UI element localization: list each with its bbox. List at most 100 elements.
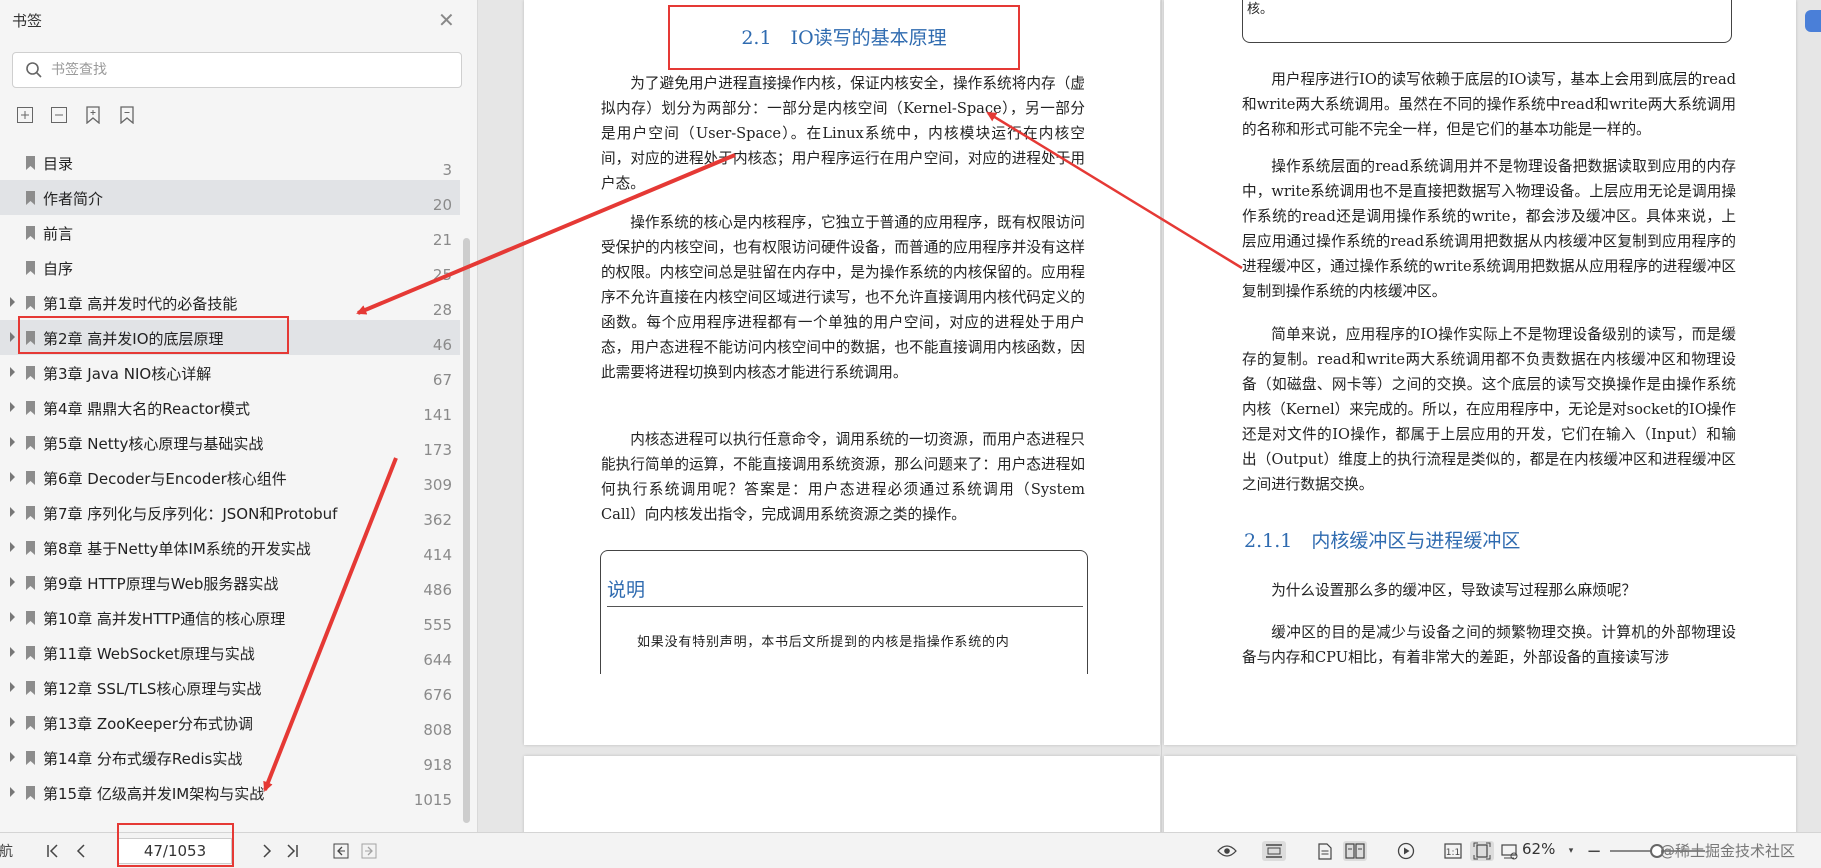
last-page-icon[interactable] (283, 841, 301, 861)
expand-arrow-icon[interactable] (10, 787, 15, 797)
search-icon (26, 62, 42, 78)
zoom-level[interactable]: 62% (1522, 840, 1555, 858)
expand-arrow-icon[interactable] (10, 612, 15, 622)
next-page-right (1164, 756, 1796, 832)
remove-bookmark-icon[interactable] (116, 104, 138, 126)
bookmark-page-number: 67 (432, 371, 452, 389)
bookmark-item[interactable]: 第15章 亿级高并发IM架构与实战 1015 (0, 775, 460, 810)
bookmark-page-number: 28 (432, 301, 452, 319)
zoom-out-icon[interactable]: − (1585, 841, 1603, 862)
bookmark-search-input[interactable] (51, 62, 431, 78)
expand-arrow-icon[interactable] (10, 297, 15, 307)
bookmark-icon (26, 471, 35, 485)
bookmark-icon (26, 541, 35, 555)
bookmark-page-number: 141 (423, 406, 452, 424)
chevron-down-icon[interactable]: ▾ (1565, 841, 1577, 861)
bookmark-icon (26, 296, 35, 310)
bookmark-item[interactable]: 第11章 WebSocket原理与实战 644 (0, 635, 460, 670)
bookmark-page-number: 486 (423, 581, 452, 599)
paragraph: 操作系统层面的read系统调用并不是物理设备把数据读取到应用的内存中，write… (1242, 158, 1736, 300)
status-bar: 航 1:1 62% ▾ − @稀土掘金技术 (0, 823, 1821, 868)
bookmark-item[interactable]: 自序 25 (0, 250, 460, 285)
bookmark-page-number: 46 (432, 336, 452, 354)
expand-arrow-icon[interactable] (10, 367, 15, 377)
expand-arrow-icon[interactable] (10, 542, 15, 552)
next-page-icon[interactable] (258, 841, 276, 861)
expand-arrow-icon[interactable] (10, 332, 15, 342)
single-page-icon[interactable] (1315, 841, 1335, 861)
bookmark-label: 第7章 序列化与反序列化：JSON和Protobuf (43, 505, 338, 523)
fit-page-icon[interactable] (1470, 841, 1494, 861)
floating-tool-icon[interactable] (1805, 10, 1821, 32)
expand-arrow-icon[interactable] (10, 577, 15, 587)
bookmark-label: 第10章 高并发HTTP通信的核心原理 (43, 610, 286, 628)
close-icon[interactable]: ✕ (438, 10, 455, 30)
back-icon[interactable] (332, 841, 350, 861)
bookmark-item[interactable]: 第13章 ZooKeeper分布式协调 808 (0, 705, 460, 740)
bookmark-label: 第6章 Decoder与Encoder核心组件 (43, 470, 287, 488)
bookmark-search-box[interactable] (12, 52, 462, 88)
bookmark-page-number: 414 (423, 546, 452, 564)
bookmark-item[interactable]: 第12章 SSL/TLS核心原理与实战 676 (0, 670, 460, 705)
sidebar-title: 书签 (12, 12, 43, 30)
expand-arrow-icon[interactable] (10, 402, 15, 412)
expand-arrow-icon[interactable] (10, 752, 15, 762)
bookmark-item[interactable]: 第1章 高并发时代的必备技能 28 (0, 285, 460, 320)
bookmark-item[interactable]: 第9章 HTTP原理与Web服务器实战 486 (0, 565, 460, 600)
bookmark-toolbar (14, 104, 138, 126)
bookmark-item[interactable]: 第14章 分布式缓存Redis实战 918 (0, 740, 460, 775)
actual-size-icon[interactable]: 1:1 (1442, 841, 1464, 861)
note-text-continued: 核。 (1247, 2, 1274, 17)
bookmark-item[interactable]: 第8章 基于Netty单体IM系统的开发实战 414 (0, 530, 460, 565)
bookmark-item[interactable]: 目录 3 (0, 145, 460, 180)
expand-arrow-icon[interactable] (10, 647, 15, 657)
collapse-all-icon[interactable] (48, 104, 70, 126)
note-title: 说明 (607, 579, 646, 601)
watermark: @稀土掘金技术社区 (1660, 842, 1796, 860)
bookmark-label: 自序 (43, 260, 74, 278)
bookmark-icon (26, 156, 35, 170)
prev-page-icon[interactable] (72, 841, 90, 861)
paragraph: 缓冲区的目的是减少与设备之间的频繁物理交换。计算机的外部物理设备与内存和CPU相… (1242, 624, 1736, 666)
bookmark-label: 第14章 分布式缓存Redis实战 (43, 750, 243, 768)
bookmark-label: 第13章 ZooKeeper分布式协调 (43, 715, 253, 733)
sidebar-scrollbar[interactable] (463, 238, 470, 823)
expand-arrow-icon[interactable] (10, 682, 15, 692)
status-left-fragment: 航 (0, 844, 13, 860)
bookmark-item[interactable]: 第6章 Decoder与Encoder核心组件 309 (0, 460, 460, 495)
bookmark-label: 第3章 Java NIO核心详解 (43, 365, 212, 383)
subsection-title: 2.1.1 内核缓冲区与进程缓冲区 (1244, 530, 1521, 552)
document-viewer[interactable]: 2.1 IO读写的基本原理 为了避免用户进程直接操作内核，保证内核安全，操作系统… (478, 0, 1821, 832)
bookmark-icon (26, 506, 35, 520)
highlight-box-page-number (117, 823, 234, 867)
paragraph: 简单来说，应用程序的IO操作实际上不是物理设备级别的读写，而是缓存的复制。rea… (1242, 326, 1736, 493)
bookmark-icon (26, 646, 35, 660)
expand-arrow-icon[interactable] (10, 472, 15, 482)
two-page-icon[interactable] (1343, 841, 1367, 861)
bookmark-item[interactable]: 作者简介 20 (0, 180, 460, 215)
expand-arrow-icon[interactable] (10, 507, 15, 517)
eye-protection-icon[interactable] (1216, 841, 1238, 861)
bookmark-icon (26, 576, 35, 590)
bookmark-item[interactable]: 第5章 Netty核心原理与基础实战 173 (0, 425, 460, 460)
note-box: 说明 如果没有特别声明，本书后文所提到的内核是指操作系统的内 (600, 550, 1088, 674)
play-icon[interactable] (1395, 841, 1417, 861)
first-page-icon[interactable] (44, 841, 62, 861)
expand-arrow-icon[interactable] (10, 437, 15, 447)
bookmark-page-number: 644 (423, 651, 452, 669)
paragraph: 用户程序进行IO的读写依赖于底层的IO读写，基本上会用到底层的read和writ… (1242, 71, 1736, 138)
bookmark-item[interactable]: 前言 21 (0, 215, 460, 250)
bookmark-page-number: 362 (423, 511, 452, 529)
bookmark-item[interactable]: 第3章 Java NIO核心详解 67 (0, 355, 460, 390)
expand-arrow-icon[interactable] (10, 717, 15, 727)
bookmark-item[interactable]: 第10章 高并发HTTP通信的核心原理 555 (0, 600, 460, 635)
bookmark-item[interactable]: 第4章 鼎鼎大名的Reactor模式 141 (0, 390, 460, 425)
fit-width-icon[interactable] (1498, 841, 1520, 861)
bookmark-page-number: 20 (432, 196, 452, 214)
add-bookmark-icon[interactable] (82, 104, 104, 126)
expand-all-icon[interactable] (14, 104, 36, 126)
paragraph: 为什么设置那么多的缓冲区，导致读写过程那么麻烦呢？ (1271, 582, 1637, 599)
continuous-scroll-icon[interactable] (1262, 841, 1286, 861)
bookmark-item[interactable]: 第7章 序列化与反序列化：JSON和Protobuf 362 (0, 495, 460, 530)
forward-icon[interactable] (360, 841, 378, 861)
